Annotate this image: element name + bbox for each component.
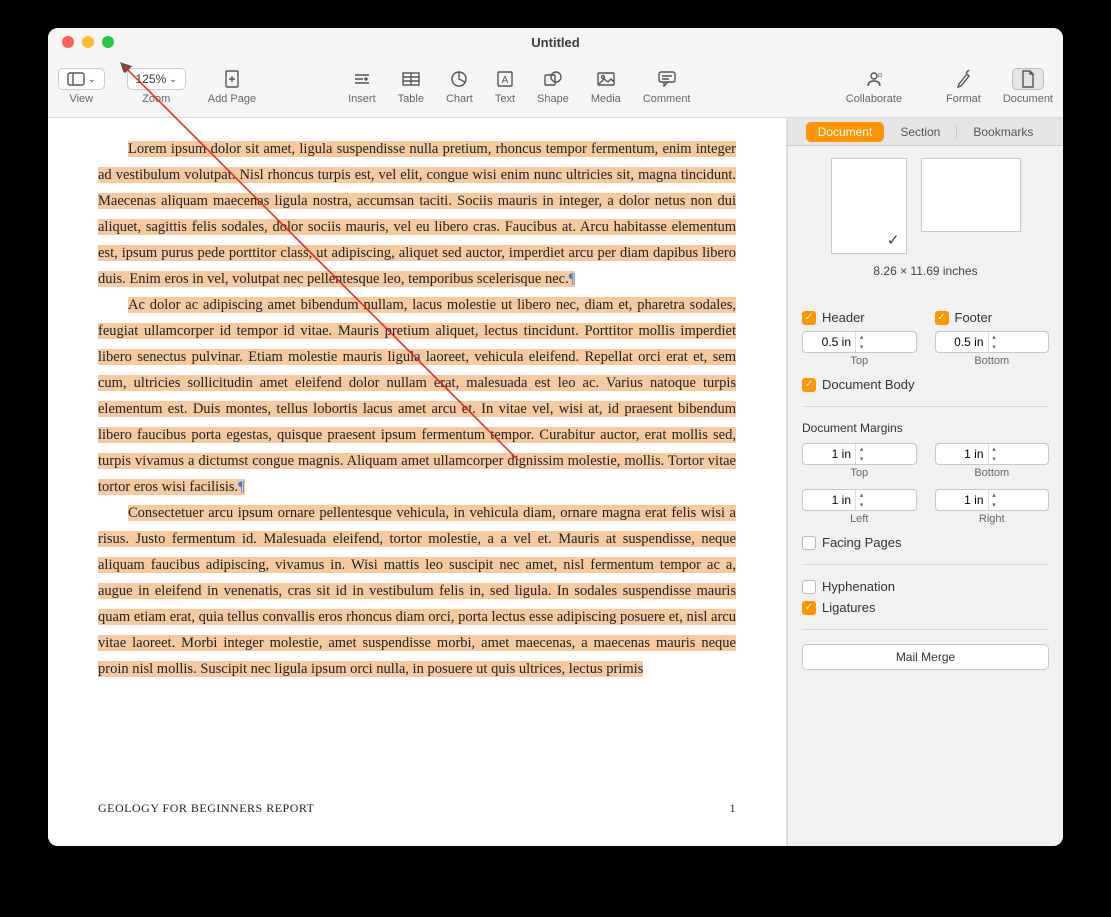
inspector-body: ✓ 8.26 × 11.69 inches ✓Header ▴▾ Top ✓Fo… — [788, 146, 1063, 846]
text-button[interactable]: A Text — [495, 68, 515, 105]
chart-icon — [451, 68, 467, 90]
add-page-icon — [224, 68, 240, 90]
page-footer: GEOLOGY FOR BEGINNERS REPORT 1 — [98, 795, 736, 821]
window-title: Untitled — [48, 35, 1063, 50]
media-icon — [597, 68, 615, 90]
footer-label: Footer — [955, 310, 993, 325]
table-icon — [402, 68, 420, 90]
footer-field[interactable]: ▴▾ — [935, 331, 1050, 353]
sidebar-icon — [67, 68, 85, 90]
collaborate-icon — [865, 68, 883, 90]
page-canvas[interactable]: Lorem ipsum dolor sit amet, ligula suspe… — [48, 118, 787, 846]
ligatures-checkbox[interactable]: ✓ — [802, 601, 816, 615]
document-page[interactable]: Lorem ipsum dolor sit amet, ligula suspe… — [48, 118, 786, 846]
check-icon: ✓ — [887, 231, 900, 249]
app-window: Untitled ⌄ View 125%⌄ Zoom Add Page Inse… — [48, 28, 1063, 846]
shape-icon — [544, 68, 562, 90]
table-button[interactable]: Table — [398, 68, 424, 105]
media-button[interactable]: Media — [591, 68, 621, 105]
stepper-icon[interactable]: ▴▾ — [988, 332, 1000, 352]
margin-top-field[interactable]: ▴▾ — [802, 443, 917, 465]
tab-separator — [956, 125, 957, 139]
page-dimensions: 8.26 × 11.69 inches — [802, 264, 1049, 278]
paragraph-3[interactable]: Consectetuer arcu ipsum ornare pellentes… — [98, 500, 736, 682]
insert-icon — [353, 68, 371, 90]
chart-button[interactable]: Chart — [446, 68, 473, 105]
text-icon: A — [497, 68, 513, 90]
stepper-icon[interactable]: ▴▾ — [855, 490, 867, 510]
titlebar: Untitled — [48, 28, 1063, 56]
collaborate-button[interactable]: Collaborate — [846, 68, 902, 105]
tab-document[interactable]: Document — [806, 122, 885, 142]
add-page-button[interactable]: Add Page — [208, 68, 256, 105]
hyphenation-checkbox[interactable] — [802, 580, 816, 594]
document-icon — [1021, 68, 1035, 90]
view-button[interactable]: ⌄ View — [58, 68, 105, 105]
tab-bookmarks[interactable]: Bookmarks — [961, 122, 1045, 142]
document-body-label: Document Body — [822, 377, 915, 392]
shape-button[interactable]: Shape — [537, 68, 569, 105]
insert-button[interactable]: Insert — [348, 68, 376, 105]
content-area: Lorem ipsum dolor sit amet, ligula suspe… — [48, 118, 1063, 846]
comment-icon — [658, 68, 676, 90]
footer-left: GEOLOGY FOR BEGINNERS REPORT — [98, 795, 315, 821]
header-field[interactable]: ▴▾ — [802, 331, 917, 353]
page-number: 1 — [730, 795, 737, 821]
orientation-portrait[interactable]: ✓ — [831, 158, 907, 254]
stepper-icon[interactable]: ▴▾ — [988, 444, 1000, 464]
pilcrow-icon: ¶ — [238, 479, 245, 495]
minimize-window-button[interactable] — [82, 36, 94, 48]
footer-checkbox[interactable]: ✓ — [935, 311, 949, 325]
stepper-icon[interactable]: ▴▾ — [855, 444, 867, 464]
paragraph-2[interactable]: Ac dolor ac adipiscing amet bibendum nul… — [98, 292, 736, 500]
traffic-lights — [48, 36, 114, 48]
facing-pages-label: Facing Pages — [822, 535, 902, 550]
svg-text:A: A — [502, 75, 509, 86]
margin-left-field[interactable]: ▴▾ — [802, 489, 917, 511]
paragraph-1[interactable]: Lorem ipsum dolor sit amet, ligula suspe… — [98, 136, 736, 292]
margins-title: Document Margins — [802, 421, 1049, 435]
mail-merge-button[interactable]: Mail Merge — [802, 644, 1049, 670]
margin-bottom-field[interactable]: ▴▾ — [935, 443, 1050, 465]
header-checkbox[interactable]: ✓ — [802, 311, 816, 325]
ligatures-label: Ligatures — [822, 600, 875, 615]
hyphenation-label: Hyphenation — [822, 579, 895, 594]
document-button[interactable]: Document — [1003, 68, 1053, 105]
orientation-landscape[interactable] — [921, 158, 1021, 232]
inspector-sidebar: Document Section Bookmarks ✓ 8.26 × 11.6… — [787, 118, 1063, 846]
comment-button[interactable]: Comment — [643, 68, 691, 105]
header-label: Header — [822, 310, 865, 325]
stepper-icon[interactable]: ▴▾ — [855, 332, 867, 352]
zoom-dropdown[interactable]: 125%⌄ Zoom — [127, 68, 186, 105]
tab-section[interactable]: Section — [888, 122, 952, 142]
margin-right-field[interactable]: ▴▾ — [935, 489, 1050, 511]
toolbar: ⌄ View 125%⌄ Zoom Add Page Insert Table … — [48, 56, 1063, 118]
stepper-icon[interactable]: ▴▾ — [988, 490, 1000, 510]
orientation-picker: ✓ — [802, 158, 1049, 254]
format-button[interactable]: Format — [946, 68, 981, 105]
inspector-tabs: Document Section Bookmarks — [788, 118, 1063, 146]
document-body-checkbox[interactable]: ✓ — [802, 378, 816, 392]
pilcrow-icon: ¶ — [569, 271, 576, 287]
format-icon — [955, 68, 971, 90]
facing-pages-checkbox[interactable] — [802, 536, 816, 550]
close-window-button[interactable] — [62, 36, 74, 48]
zoom-window-button[interactable] — [102, 36, 114, 48]
